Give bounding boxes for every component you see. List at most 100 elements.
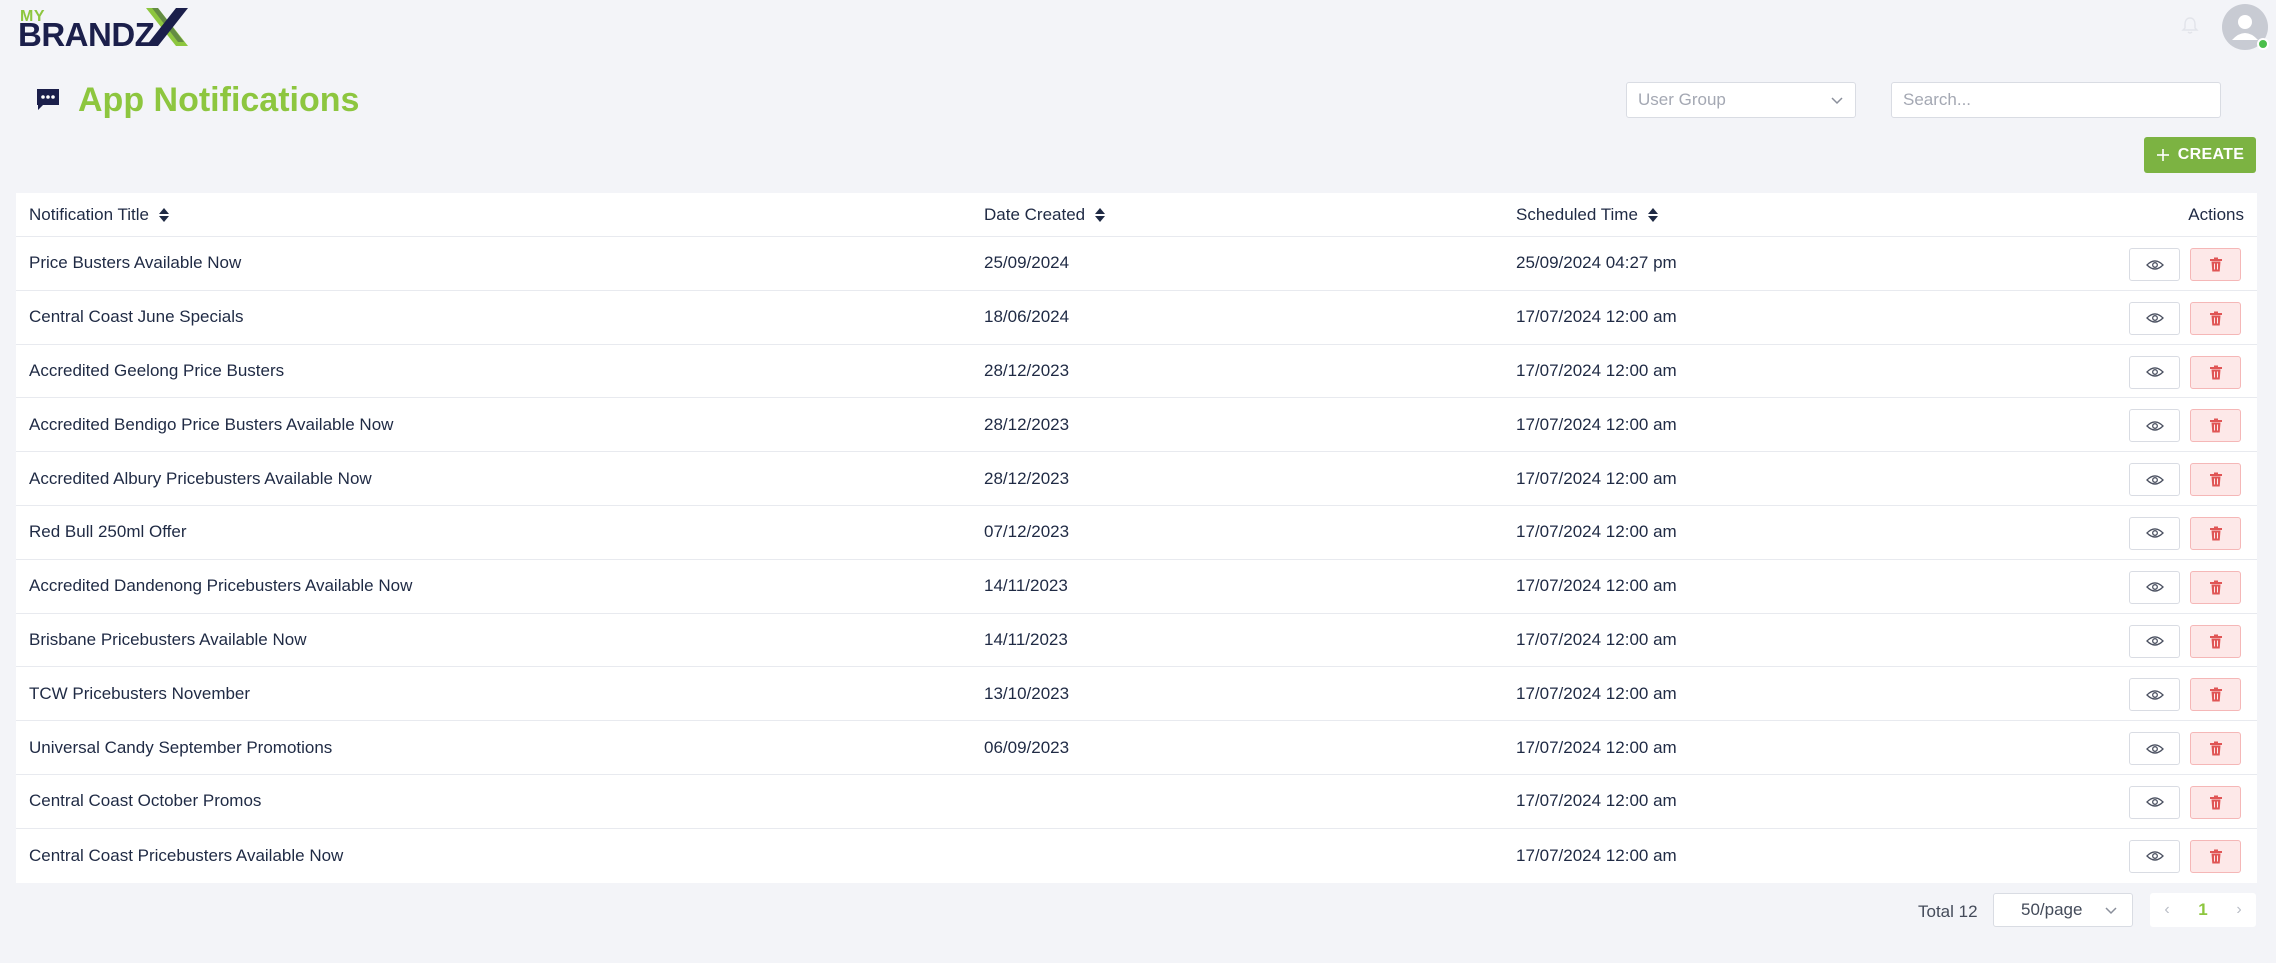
bell-icon[interactable]	[2180, 16, 2200, 36]
column-header-title-label: Notification Title	[29, 205, 149, 224]
eye-icon	[2145, 528, 2164, 539]
delete-button[interactable]	[2190, 732, 2241, 766]
cell-notification-title: Central Coast Pricebusters Available Now	[29, 845, 344, 865]
table-row: Accredited Geelong Price Busters 28/12/20…	[16, 345, 2257, 399]
top-bar: MY BRANDZ	[0, 0, 2276, 56]
column-header-scheduled-time[interactable]: Scheduled Time	[1516, 193, 1658, 237]
delete-button[interactable]	[2190, 355, 2241, 389]
delete-button[interactable]	[2190, 409, 2241, 443]
trash-icon	[2209, 580, 2222, 595]
view-button[interactable]	[2129, 463, 2180, 497]
cell-notification-title: Accredited Dandenong Pricebusters Availa…	[29, 576, 413, 596]
create-button-label: CREATE	[2177, 146, 2245, 163]
create-button[interactable]: CREATE	[2144, 137, 2256, 173]
table-row: Accredited Bendigo Price Busters Availab…	[16, 398, 2257, 453]
page-size-value: 50/page	[2021, 900, 2083, 919]
cell-scheduled-time: 17/07/2024 12:00 am	[1516, 307, 1677, 327]
cell-date-created: 28/12/2023	[984, 414, 1070, 434]
view-button[interactable]	[2129, 732, 2180, 766]
logo-x-mark	[146, 8, 188, 46]
column-header-actions-label: Actions	[2188, 205, 2244, 224]
cell-notification-title: Accredited Albury Pricebusters Available…	[29, 468, 372, 488]
cell-date-created: 28/12/2023	[984, 360, 1070, 380]
cell-notification-title: Red Bull 250ml Offer	[29, 522, 187, 542]
search-input[interactable]	[1891, 82, 2221, 118]
user-group-select[interactable]: User Group	[1626, 82, 1856, 118]
cell-notification-title: Universal Candy September Promotions	[29, 737, 333, 757]
table-header: Notification Title Date Created Schedule…	[16, 193, 2257, 237]
eye-icon	[2145, 313, 2164, 323]
page-size-select[interactable]: 50/page	[1993, 893, 2133, 927]
delete-button[interactable]	[2190, 678, 2241, 712]
cell-scheduled-time: 17/07/2024 12:00 am	[1516, 468, 1677, 488]
cell-notification-title: Accredited Geelong Price Busters	[29, 360, 285, 380]
chat-bubble-icon	[37, 89, 59, 110]
trash-icon	[2209, 311, 2222, 326]
table-row: Price Busters Available Now 25/09/2024 25/…	[16, 237, 2257, 291]
page-number-current[interactable]: 1	[2198, 900, 2207, 920]
table-row: Brisbane Pricebusters Available Now 14/11…	[16, 614, 2257, 668]
table-row: Central Coast October Promos 17/07/2024 1…	[16, 775, 2257, 829]
trash-icon	[2209, 418, 2222, 433]
next-page-icon[interactable]: ›	[2236, 901, 2241, 919]
cell-scheduled-time: 17/07/2024 12:00 am	[1516, 737, 1677, 757]
table-row: Accredited Dandenong Pricebusters Availa…	[16, 560, 2257, 614]
table-row: Central Coast June Specials 18/06/2024 17/…	[16, 291, 2257, 345]
trash-icon	[2209, 687, 2222, 702]
trash-icon	[2209, 741, 2222, 756]
delete-button[interactable]	[2190, 463, 2241, 497]
cell-notification-title: Price Busters Available Now	[29, 253, 242, 273]
cell-notification-title: Central Coast June Specials	[29, 307, 244, 327]
eye-icon	[2145, 259, 2164, 270]
chevron-down-icon	[2105, 907, 2117, 915]
eye-icon	[2145, 851, 2164, 861]
column-header-title[interactable]: Notification Title	[29, 193, 169, 237]
eye-icon	[2145, 690, 2164, 700]
delete-button[interactable]	[2190, 839, 2241, 873]
eye-icon	[2145, 367, 2164, 377]
delete-button[interactable]	[2190, 570, 2241, 604]
column-header-date-created[interactable]: Date Created	[984, 193, 1106, 237]
table-row: Red Bull 250ml Offer 07/12/2023 17/07/2024…	[16, 506, 2257, 560]
cell-notification-title: Accredited Bendigo Price Busters Availab…	[29, 414, 394, 434]
delete-button[interactable]	[2190, 516, 2241, 550]
view-button[interactable]	[2129, 570, 2180, 604]
column-header-actions: Actions	[2188, 193, 2244, 237]
view-button[interactable]	[2129, 624, 2180, 658]
sort-icon[interactable]	[1095, 207, 1106, 223]
cell-scheduled-time: 25/09/2024 04:27 pm	[1516, 253, 1677, 273]
cell-scheduled-time: 17/07/2024 12:00 am	[1516, 845, 1677, 865]
view-button[interactable]	[2129, 248, 2180, 281]
view-button[interactable]	[2129, 678, 2180, 712]
brand-logo[interactable]: MY BRANDZ	[18, 6, 188, 53]
cell-scheduled-time: 17/07/2024 12:00 am	[1516, 791, 1677, 811]
cell-date-created: 07/12/2023	[984, 522, 1070, 542]
sort-icon[interactable]	[159, 207, 169, 223]
cell-date-created: 14/11/2023	[984, 629, 1068, 649]
cell-scheduled-time: 17/07/2024 12:00 am	[1516, 629, 1677, 649]
delete-button[interactable]	[2190, 248, 2241, 281]
cell-notification-title: TCW Pricebusters November	[29, 683, 251, 703]
plus-icon	[2156, 149, 2169, 161]
view-button[interactable]	[2129, 355, 2180, 389]
sort-icon[interactable]	[1647, 207, 1658, 223]
page-title: App Notifications	[78, 80, 360, 119]
view-button[interactable]	[2129, 301, 2180, 335]
cell-date-created: 18/06/2024	[984, 307, 1070, 327]
delete-button[interactable]	[2190, 785, 2241, 819]
cell-date-created: 28/12/2023	[984, 468, 1070, 488]
eye-icon	[2145, 421, 2164, 431]
view-button[interactable]	[2129, 839, 2180, 873]
cell-date-created: 25/09/2024	[984, 253, 1070, 273]
notifications-table: Notification Title Date Created Schedule…	[16, 193, 2257, 883]
prev-page-icon[interactable]: ‹	[2164, 901, 2169, 919]
cell-notification-title: Brisbane Pricebusters Available Now	[29, 629, 307, 649]
view-button[interactable]	[2129, 409, 2180, 443]
view-button[interactable]	[2129, 785, 2180, 819]
pagination: ‹ 1 ›	[2150, 893, 2256, 927]
logo-brand-text: BRANDZ	[18, 16, 155, 53]
trash-icon	[2209, 472, 2222, 487]
delete-button[interactable]	[2190, 624, 2241, 658]
delete-button[interactable]	[2190, 301, 2241, 335]
view-button[interactable]	[2129, 516, 2180, 550]
